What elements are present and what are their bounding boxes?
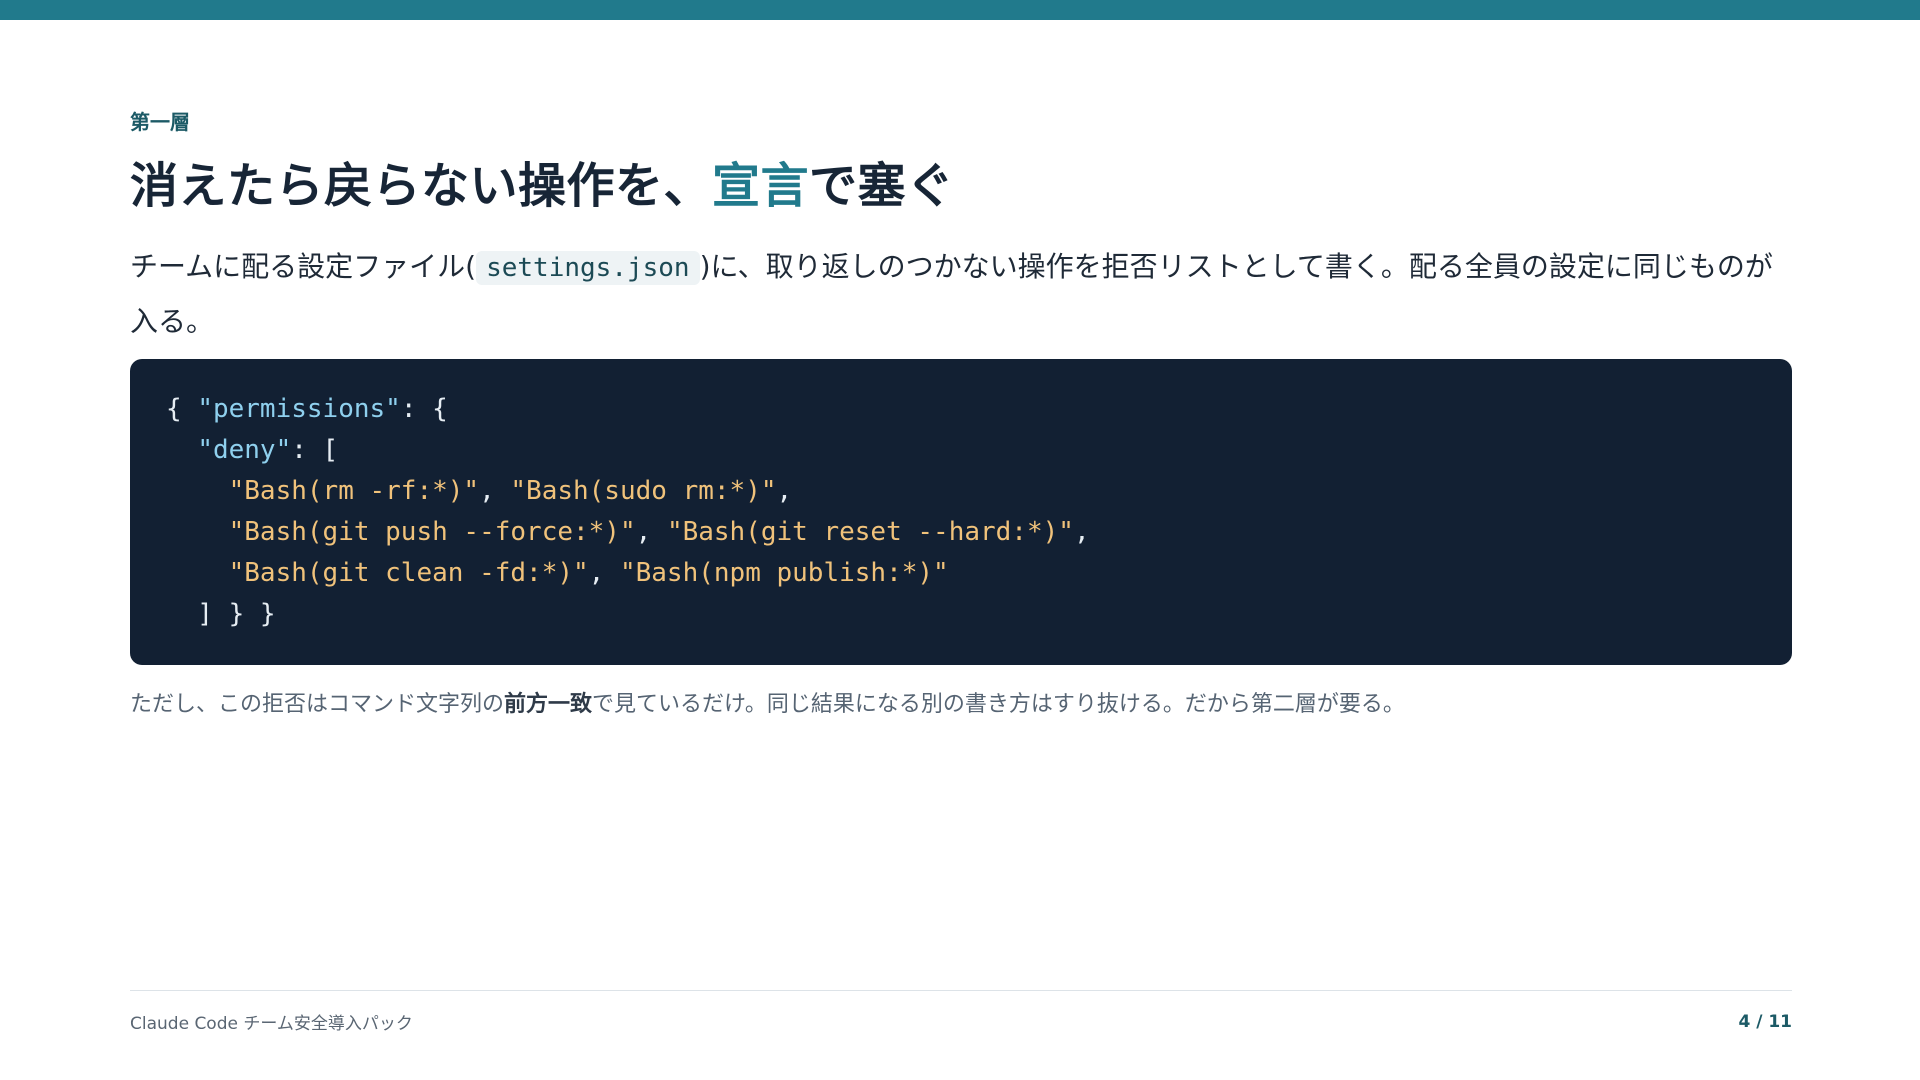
code-punct: ] } } xyxy=(166,599,276,629)
deck-title: Claude Code チーム安全導入パック xyxy=(130,1014,413,1034)
code-line-6: ] } } xyxy=(166,594,1756,635)
code-punct: : { xyxy=(400,394,448,424)
code-punct: , xyxy=(588,558,620,588)
slide-content: 第一層 消えたら戻らない操作を、宣言で塞ぐ チームに配る設定ファイル(setti… xyxy=(130,108,1792,723)
caveat-note: ただし、この拒否はコマンド文字列の前方一致で見ているだけ。同じ結果になる別の書き… xyxy=(130,687,1792,723)
code-block: { "permissions": { "deny": [ "Bash(rm -r… xyxy=(130,359,1792,665)
lead-text-before: チームに配る設定ファイル( xyxy=(130,250,477,283)
code-string: "Bash(npm publish:*)" xyxy=(619,558,949,588)
lead-paragraph: チームに配る設定ファイル(settings.json)に、取り返しのつかない操作… xyxy=(130,240,1792,349)
code-punct: , xyxy=(1073,517,1090,547)
code-string: "Bash(git reset --hard:*)" xyxy=(666,517,1074,547)
code-key-deny: "deny" xyxy=(197,435,292,465)
code-punct: , xyxy=(479,476,511,506)
code-punct: , xyxy=(776,476,793,506)
code-punct: : [ xyxy=(291,435,339,465)
section-label: 第一層 xyxy=(130,110,190,134)
title-accent-text: 宣言 xyxy=(712,158,810,214)
note-text-after: で見ているだけ。同じ結果になる別の書き方はすり抜ける。だから第二層が要る。 xyxy=(592,692,1405,717)
note-bold-text: 前方一致 xyxy=(504,692,593,717)
page-indicator: 4 / 11 xyxy=(1738,1011,1792,1032)
code-key-permissions: "permissions" xyxy=(197,394,401,424)
title-text-after: で塞ぐ xyxy=(809,158,955,214)
code-string: "Bash(git push --force:*)" xyxy=(228,517,636,547)
code-string: "Bash(git clean -fd:*)" xyxy=(228,558,589,588)
code-punct: { xyxy=(166,394,198,424)
code-line-5: "Bash(git clean -fd:*)", "Bash(npm publi… xyxy=(166,553,1756,594)
note-text-before: ただし、この拒否はコマンド文字列の xyxy=(130,692,505,717)
inline-code-filename: settings.json xyxy=(476,251,700,285)
code-line-4: "Bash(git push --force:*)", "Bash(git re… xyxy=(166,512,1756,553)
code-string: "Bash(sudo rm:*)" xyxy=(510,476,777,506)
code-line-2: "deny": [ xyxy=(166,430,1756,471)
slide-footer: Claude Code チーム安全導入パック 4 / 11 xyxy=(130,990,1792,1034)
code-string: "Bash(rm -rf:*)" xyxy=(228,476,480,506)
code-line-3: "Bash(rm -rf:*)", "Bash(sudo rm:*)", xyxy=(166,471,1756,512)
slide-title: 消えたら戻らない操作を、宣言で塞ぐ xyxy=(130,154,1792,218)
code-line-1: { "permissions": { xyxy=(166,389,1756,430)
title-text-before: 消えたら戻らない操作を、 xyxy=(130,158,713,214)
top-accent-bar xyxy=(0,0,1920,20)
code-punct: , xyxy=(635,517,667,547)
